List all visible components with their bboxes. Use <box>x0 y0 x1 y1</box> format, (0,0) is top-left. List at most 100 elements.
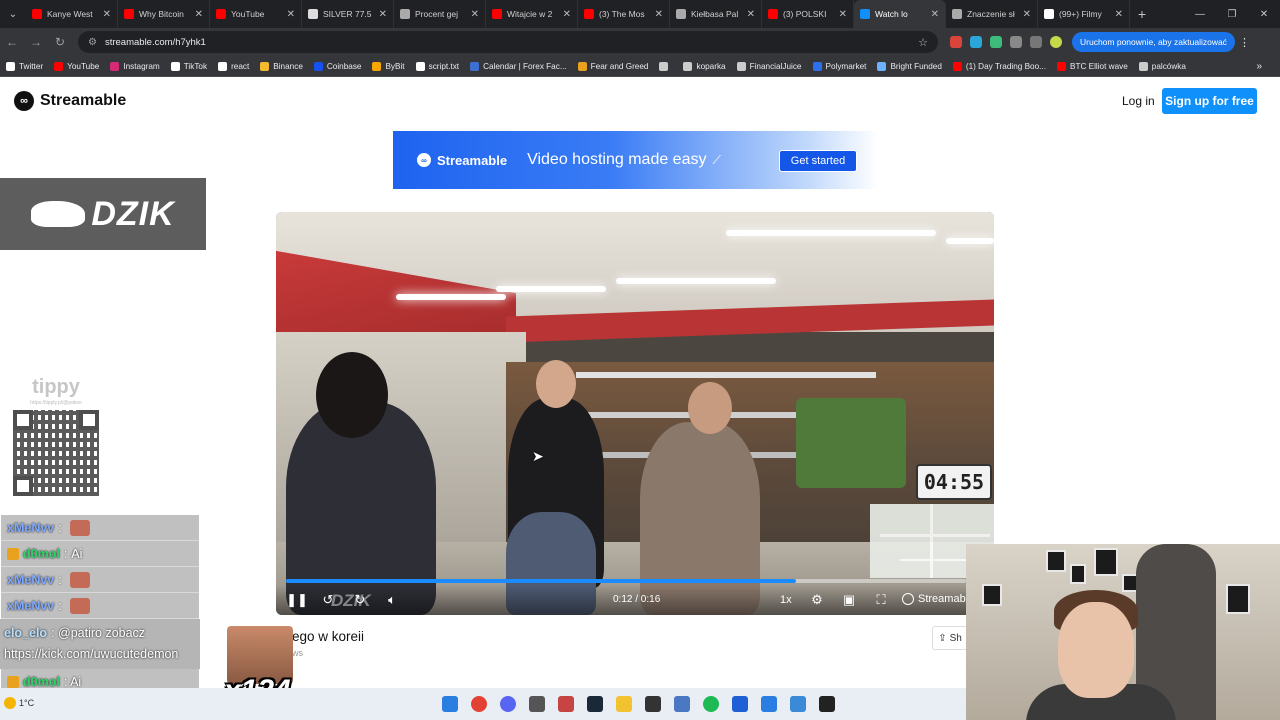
browser-menu-icon[interactable]: ⋮ <box>1239 36 1250 49</box>
chrome-icon[interactable] <box>471 696 487 712</box>
bookmark-label: FinancialJuice <box>749 61 802 71</box>
profile-avatar[interactable] <box>1050 36 1062 48</box>
bookmark-item[interactable]: BTC Elliot wave <box>1056 61 1128 71</box>
browser-tab[interactable]: Procent gej ✕ <box>394 0 486 28</box>
tab-close-icon[interactable]: ✕ <box>931 9 939 20</box>
discord-icon[interactable] <box>500 696 516 712</box>
bookmark-item[interactable]: ByBit <box>372 61 405 71</box>
get-started-button[interactable]: Get started <box>779 150 857 172</box>
browser-tab[interactable]: Znaczenie sł ✕ <box>946 0 1038 28</box>
bookmark-favicon-icon <box>577 61 587 71</box>
picture-in-picture-icon[interactable]: ▣ <box>839 590 859 610</box>
tab-close-icon[interactable]: ✕ <box>655 9 663 20</box>
bookmark-label: TikTok <box>183 61 208 71</box>
app-icon[interactable] <box>529 696 545 712</box>
bookmark-item[interactable] <box>659 61 672 71</box>
tab-close-icon[interactable]: ✕ <box>471 9 479 20</box>
dzik-logo-text: DZIK <box>91 194 175 233</box>
windows-start-icon[interactable] <box>442 696 458 712</box>
app-icon[interactable] <box>558 696 574 712</box>
browser-tab[interactable]: Kanye West ✕ <box>26 0 118 28</box>
bookmark-item[interactable]: Polymarket <box>812 61 866 71</box>
tab-close-icon[interactable]: ✕ <box>103 9 111 20</box>
signup-button[interactable]: Sign up for free <box>1162 88 1257 114</box>
browser-tab[interactable]: Why Bitcoin ✕ <box>118 0 210 28</box>
tab-close-icon[interactable]: ✕ <box>1115 9 1123 20</box>
extension-icon[interactable] <box>950 36 962 48</box>
video-player[interactable]: 04:55 ➤ ❚❚ ↺ DZIK ↻ 🔈︎ 0:12 / 0:16 1x ⚙ … <box>276 212 994 615</box>
app-icon[interactable] <box>790 696 806 712</box>
bookmark-item[interactable]: YouTube <box>54 61 99 71</box>
bookmark-item[interactable]: palcówka <box>1138 61 1186 71</box>
extensions-puzzle-icon[interactable] <box>1010 36 1022 48</box>
browser-tab[interactable]: (3) POLSKI ✕ <box>762 0 854 28</box>
tab-list-icon[interactable] <box>1030 36 1042 48</box>
forward-icon[interactable]: → <box>24 35 48 49</box>
bookmark-item[interactable]: Binance <box>260 61 303 71</box>
streamable-logo[interactable]: ∞ Streamable <box>14 91 126 111</box>
volume-icon[interactable]: 🔈︎ <box>382 590 402 610</box>
settings-gear-icon[interactable]: ⚙ <box>807 590 827 610</box>
app-icon[interactable] <box>645 696 661 712</box>
browser-tab[interactable]: Kiełbasa Pal ✕ <box>670 0 762 28</box>
browser-tab[interactable]: Witajcie w 2 ✕ <box>486 0 578 28</box>
notepad-icon[interactable] <box>761 696 777 712</box>
browser-tab[interactable]: SILVER 77.5 ✕ <box>302 0 394 28</box>
spotify-icon[interactable] <box>703 696 719 712</box>
bookmark-item[interactable]: Twitter <box>6 61 43 71</box>
extension-icon[interactable] <box>990 36 1002 48</box>
bookmark-item[interactable]: Bright Funded <box>877 61 942 71</box>
bookmark-item[interactable]: script.txt <box>415 61 459 71</box>
restore-icon[interactable]: ❐ <box>1216 9 1248 20</box>
bookmark-item[interactable]: react <box>218 61 249 71</box>
browser-tab[interactable]: YouTube ✕ <box>210 0 302 28</box>
folder-icon[interactable] <box>616 696 632 712</box>
login-link[interactable]: Log in <box>1122 94 1155 108</box>
playback-speed[interactable]: 1x <box>780 594 792 606</box>
site-info-icon[interactable]: ⚙ <box>88 37 97 48</box>
bookmark-star-icon[interactable]: ☆ <box>918 36 928 49</box>
progress-bar[interactable] <box>286 579 966 583</box>
app-icon[interactable] <box>732 696 748 712</box>
tab-close-icon[interactable]: ✕ <box>563 9 571 20</box>
bookmarks-overflow-icon[interactable]: » <box>1256 61 1262 72</box>
tab-search-icon[interactable]: ⌄ <box>0 0 26 28</box>
bookmark-item[interactable]: Coinbase <box>313 61 361 71</box>
weather-widget[interactable]: 1°C <box>4 697 38 709</box>
bookmark-item[interactable]: TikTok <box>170 61 208 71</box>
forward-skip-icon[interactable]: ↻ <box>350 590 370 610</box>
bookmark-item[interactable]: FinancialJuice <box>736 61 802 71</box>
bookmark-item[interactable]: (1) Day Trading Boo... <box>952 61 1046 71</box>
terminal-icon[interactable] <box>819 696 835 712</box>
minimize-icon[interactable]: — <box>1184 9 1216 20</box>
tab-close-icon[interactable]: ✕ <box>1023 9 1031 20</box>
steam-icon[interactable] <box>587 696 603 712</box>
bookmark-item[interactable]: Instagram <box>110 61 160 71</box>
fullscreen-icon[interactable]: ⛶ <box>871 590 891 610</box>
bookmark-item[interactable]: Fear and Greed <box>577 61 648 71</box>
tab-close-icon[interactable]: ✕ <box>287 9 295 20</box>
streamable-logo-icon: ∞ <box>14 91 34 111</box>
tab-close-icon[interactable]: ✕ <box>195 9 203 20</box>
promo-banner[interactable]: ∞ Streamable Video hosting made easy ⟋ G… <box>393 131 878 189</box>
bookmark-item[interactable]: Calendar | Forex Fac... <box>470 61 567 71</box>
address-bar[interactable]: ⚙ streamable.com/h7yhk1 ☆ <box>78 31 938 53</box>
tab-close-icon[interactable]: ✕ <box>747 9 755 20</box>
back-icon[interactable]: ← <box>0 35 24 49</box>
pause-icon[interactable]: ❚❚ <box>286 590 308 610</box>
streamable-player-brand[interactable]: Streamable <box>902 593 974 605</box>
bookmark-item[interactable]: koparka <box>683 61 726 71</box>
tab-close-icon[interactable]: ✕ <box>839 9 847 20</box>
share-button[interactable]: ⇪ Sh <box>932 626 968 650</box>
app-icon[interactable] <box>674 696 690 712</box>
new-tab-button[interactable]: + <box>1130 6 1154 22</box>
tab-close-icon[interactable]: ✕ <box>379 9 387 20</box>
extension-icon[interactable] <box>970 36 982 48</box>
tab-label: Watch lo <box>875 9 908 19</box>
close-window-icon[interactable]: ✕ <box>1248 9 1280 20</box>
browser-tab[interactable]: (99+) Filmy ✕ <box>1038 0 1130 28</box>
browser-tab[interactable]: Watch lo ✕ <box>854 0 946 28</box>
reload-icon[interactable]: ↻ <box>48 35 72 49</box>
update-restart-button[interactable]: Uruchom ponownie, aby zaktualizować <box>1072 32 1235 52</box>
browser-tab[interactable]: (3) The Mos ✕ <box>578 0 670 28</box>
